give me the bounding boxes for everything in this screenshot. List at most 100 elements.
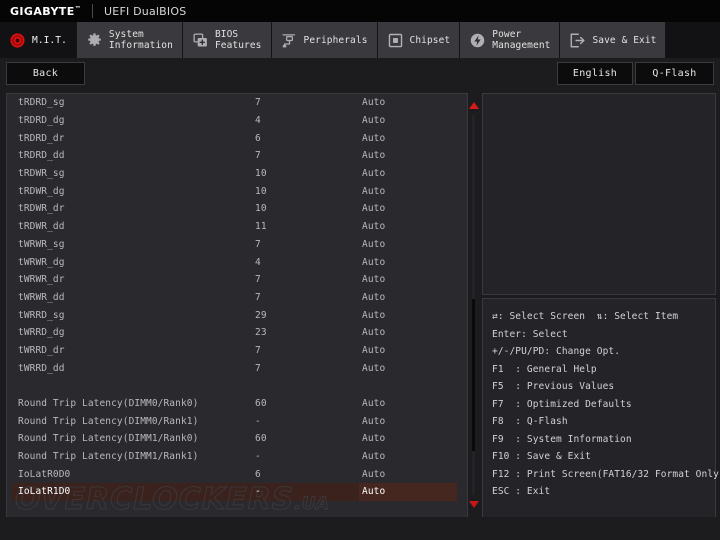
setting-value: 7 — [255, 97, 261, 109]
help-line: Enter: Select — [492, 328, 568, 340]
table-row[interactable]: tWRRD_dr 7 Auto — [7, 342, 467, 360]
table-row[interactable]: tWRWR_dg 4 Auto — [7, 253, 467, 271]
help-line: F9 : System Information — [492, 433, 632, 445]
chipset-icon — [388, 33, 402, 47]
language-button[interactable]: English — [557, 62, 633, 85]
setting-name: tRDWR_dg — [18, 185, 65, 197]
setting-option[interactable]: Auto — [362, 292, 385, 303]
tab-label: Chipset — [409, 34, 451, 46]
setting-option[interactable]: Auto — [362, 133, 385, 144]
setting-value: 23 — [255, 327, 267, 339]
table-row[interactable]: tRDWR_dr 10 Auto — [7, 200, 467, 218]
setting-name: Round Trip Latency(DIMM0/Rank0) — [18, 398, 199, 410]
table-row[interactable]: tRDRD_dr 6 Auto — [7, 129, 467, 147]
table-row[interactable]: tWRRD_dg 23 Auto — [7, 324, 467, 342]
setting-option[interactable]: Auto — [362, 486, 385, 497]
help-line: +/-/PU/PD: Change Opt. — [492, 346, 621, 357]
setting-option[interactable]: Auto — [362, 451, 385, 462]
table-row[interactable]: Round Trip Latency(DIMM0/Rank0) 60 Auto — [7, 395, 467, 413]
setting-option[interactable]: Auto — [362, 345, 385, 356]
table-row[interactable]: tRDRD_dg 4 Auto — [7, 112, 467, 130]
setting-option[interactable]: Auto — [362, 433, 385, 444]
table-row[interactable]: IoLatR0D0 6 Auto — [7, 465, 467, 483]
table-row[interactable]: tRDWR_sg 10 Auto — [7, 165, 467, 183]
setting-name: tWRRD_dd — [18, 362, 65, 374]
table-row[interactable]: tWRRD_dd 7 Auto — [7, 359, 467, 377]
setting-option[interactable]: Auto — [362, 398, 385, 409]
setting-name: Round Trip Latency(DIMM0/Rank1) — [18, 415, 199, 427]
setting-option[interactable]: Auto — [362, 203, 385, 214]
setting-option[interactable]: Auto — [362, 221, 385, 232]
setting-name: tRDWR_dr — [18, 203, 65, 215]
setting-option[interactable]: Auto — [362, 168, 385, 179]
setting-value: 6 — [255, 132, 261, 144]
setting-name: tWRRD_sg — [18, 309, 65, 321]
table-row[interactable]: tWRWR_sg 7 Auto — [7, 236, 467, 254]
watermark: OVERCLOCKERS.UA — [15, 482, 330, 514]
tab-bios-features[interactable]: BIOS Features — [182, 22, 272, 58]
gigabyte-logo: GIGABYTE™ — [10, 4, 82, 18]
tab-save-exit[interactable]: Save & Exit — [560, 22, 667, 58]
tab-chipset[interactable]: Chipset — [377, 22, 461, 58]
setting-name: tRDWR_sg — [18, 168, 65, 180]
setting-option[interactable]: Auto — [362, 327, 385, 338]
setting-name: tWRWR_dg — [18, 256, 65, 268]
title-bar: GIGABYTE™ UEFI DualBIOS — [0, 0, 720, 22]
table-row[interactable]: tRDWR_dg 10 Auto — [7, 182, 467, 200]
setting-option[interactable]: Auto — [362, 115, 385, 126]
setting-option[interactable]: Auto — [362, 310, 385, 321]
setting-option[interactable]: Auto — [362, 97, 385, 108]
help-line: F7 : Optimized Defaults — [492, 398, 632, 410]
setting-value: - — [255, 486, 261, 498]
setting-value: 7 — [255, 274, 261, 286]
tab-peripherals[interactable]: Peripherals — [271, 22, 378, 58]
table-row[interactable]: tRDRD_sg 7 Auto — [7, 94, 467, 112]
setting-value: 10 — [255, 185, 267, 197]
table-row[interactable]: tRDWR_dd 11 Auto — [7, 218, 467, 236]
table-row[interactable]: Round Trip Latency(DIMM0/Rank1) - Auto — [7, 412, 467, 430]
setting-value: 7 — [255, 362, 261, 374]
setting-name: Round Trip Latency(DIMM1/Rank1) — [18, 451, 199, 463]
setting-name: tWRWR_sg — [18, 238, 65, 250]
list-scrollbar[interactable] — [466, 93, 482, 517]
scroll-down-arrow-icon[interactable] — [469, 501, 479, 508]
setting-value: 6 — [255, 468, 261, 480]
setting-option[interactable]: Auto — [362, 363, 385, 374]
gear-icon — [88, 32, 101, 46]
help-line: ⇄: Select Screen ⇅: Select Item — [492, 311, 679, 322]
setting-option[interactable]: Auto — [362, 274, 385, 285]
setting-value: 60 — [255, 433, 267, 445]
help-line: F10 : Save & Exit — [492, 451, 591, 462]
setting-value: 7 — [255, 291, 261, 303]
setting-option[interactable]: Auto — [362, 186, 385, 197]
qflash-button[interactable]: Q-Flash — [635, 62, 714, 85]
tab-label: BIOS Features — [214, 29, 262, 51]
power-bolt-icon — [471, 33, 485, 47]
table-row[interactable]: Round Trip Latency(DIMM1/Rank0) 60 Auto — [7, 430, 467, 448]
setting-value: - — [255, 451, 261, 463]
table-row[interactable]: tWRWR_dr 7 Auto — [7, 271, 467, 289]
scroll-up-arrow-icon[interactable] — [469, 102, 479, 109]
setting-name: tWRRD_dr — [18, 344, 65, 356]
tab-m-i-t[interactable]: M.I.T. — [0, 22, 77, 58]
setting-name: IoLatR1D0 — [18, 486, 71, 498]
setting-option[interactable]: Auto — [362, 257, 385, 268]
setting-option[interactable]: Auto — [362, 469, 385, 480]
setting-value: 10 — [255, 168, 267, 180]
tab-system-information[interactable]: System Information — [76, 22, 183, 58]
scrollbar-thumb[interactable] — [472, 299, 475, 451]
bottom-strip — [0, 517, 720, 540]
back-button[interactable]: Back — [6, 62, 85, 85]
setting-option[interactable]: Auto — [362, 416, 385, 427]
setting-value: 10 — [255, 203, 267, 215]
table-row[interactable]: tWRRD_sg 29 Auto — [7, 306, 467, 324]
target-icon — [10, 32, 25, 48]
setting-option[interactable]: Auto — [362, 239, 385, 250]
tab-power-management[interactable]: Power Management — [460, 22, 561, 58]
setting-option[interactable]: Auto — [362, 150, 385, 161]
setting-value: 7 — [255, 150, 261, 162]
table-row[interactable]: tWRWR_dd 7 Auto — [7, 289, 467, 307]
table-row[interactable]: tRDRD_dd 7 Auto — [7, 147, 467, 165]
help-line: F5 : Previous Values — [492, 381, 615, 392]
table-row[interactable]: Round Trip Latency(DIMM1/Rank1) - Auto — [7, 448, 467, 466]
